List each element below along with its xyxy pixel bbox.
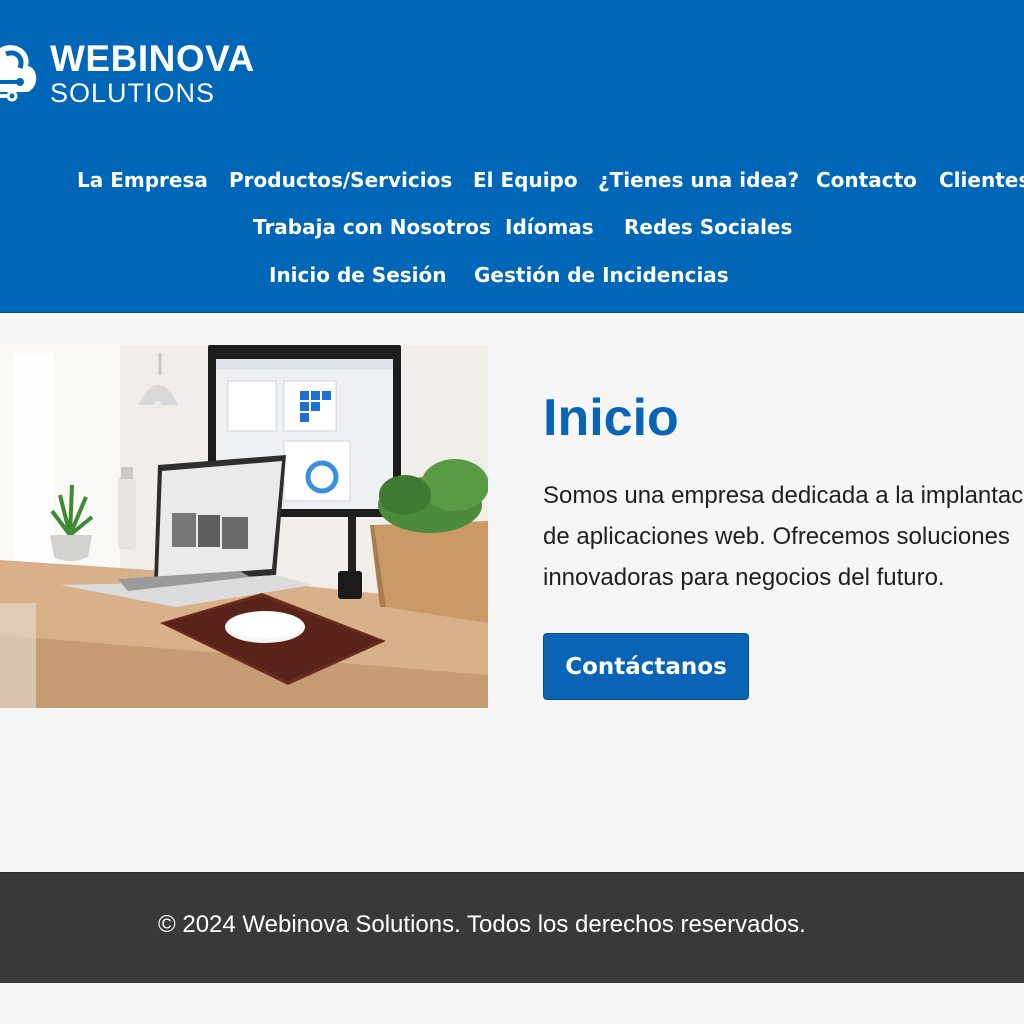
brand-logo[interactable]: WEBINOVA SOLUTIONS [0, 38, 255, 108]
brand-tagline: SOLUTIONS [50, 77, 216, 108]
intro-text-line-3: innovadoras para negocios del futuro. [543, 564, 945, 591]
intro-text-line-2: de aplicaciones web. Ofrecemos solucione… [543, 523, 1010, 550]
desk-workspace-illustration-icon [0, 345, 488, 708]
site-header: WEBINOVA SOLUTIONS La Empresa Productos/… [0, 0, 1024, 313]
copyright-text: © 2024 Webinova Solutions. Todos los der… [158, 911, 806, 938]
brand-name: WEBINOVA [50, 37, 255, 79]
contact-button[interactable]: Contáctanos [543, 633, 749, 700]
nav-item-clientes[interactable]: Clientes [939, 170, 1024, 190]
cloud-circuit-logo-icon [0, 45, 37, 102]
nav-item-tienes-una-idea[interactable]: ¿Tienes una idea? [598, 170, 799, 190]
nav-item-redes-sociales[interactable]: Redes Sociales [624, 217, 792, 237]
site-footer: © 2024 Webinova Solutions. Todos los der… [0, 872, 1024, 983]
nav-item-inicio-de-sesion[interactable]: Inicio de Sesión [269, 265, 447, 285]
nav-item-el-equipo[interactable]: El Equipo [473, 170, 578, 190]
nav-item-contacto[interactable]: Contacto [816, 170, 917, 190]
page: WEBINOVA SOLUTIONS La Empresa Productos/… [0, 0, 1024, 1024]
nav-item-trabaja-con-nosotros[interactable]: Trabaja con Nosotros [253, 217, 491, 237]
page-title: Inicio [543, 389, 679, 447]
nav-item-gestion-de-incidencias[interactable]: Gestión de Incidencias [474, 265, 729, 285]
intro-text-line-1: Somos una empresa dedicada a la implanta… [543, 482, 1024, 509]
nav-item-idiomas[interactable]: Idíomas [505, 217, 594, 237]
nav-item-productos-servicios[interactable]: Productos/Servicios [229, 170, 452, 190]
brand-wordmark: WEBINOVA SOLUTIONS [50, 40, 255, 107]
nav-item-la-empresa[interactable]: La Empresa [77, 170, 208, 190]
desk-workspace-photo [0, 345, 488, 708]
